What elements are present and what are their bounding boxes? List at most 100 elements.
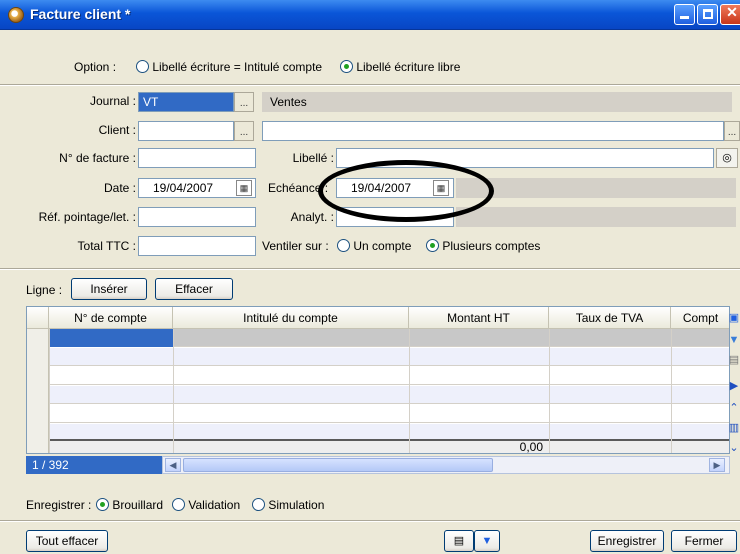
mode-brouillard[interactable]: Brouillard <box>96 498 163 512</box>
ventiler-un-compte-radio[interactable] <box>337 239 350 252</box>
divider <box>0 521 740 522</box>
printer-icon: ▤ <box>453 535 465 547</box>
entries-grid[interactable]: N° de compte Intitulé du compte Montant … <box>26 306 730 454</box>
ventiler-un-compte-label: Un compte <box>353 239 412 253</box>
option-label: Option : <box>74 60 117 74</box>
insert-line-button[interactable]: Insérer <box>71 278 147 300</box>
add-column-icon[interactable]: ▣ <box>728 310 740 326</box>
print-icon[interactable]: ▤ <box>728 352 740 368</box>
analyt-strip <box>456 207 736 227</box>
table-row[interactable] <box>27 348 729 366</box>
journal-field[interactable]: VT <box>138 92 234 112</box>
libelle-help-button[interactable]: ◎ <box>716 148 738 168</box>
date-calendar-icon[interactable]: ▦ <box>236 180 252 196</box>
ventiler-label: Ventiler sur : <box>262 239 329 253</box>
selected-cell[interactable] <box>49 329 173 347</box>
analyt-label: Analyt. : <box>290 210 334 224</box>
ventiler-plusieurs-label: Plusieurs comptes <box>442 239 541 253</box>
window-title: Facture client * <box>30 6 131 22</box>
save-button[interactable]: Enregistrer <box>590 530 664 552</box>
simulation-radio[interactable] <box>252 498 265 511</box>
col-divider <box>671 329 672 453</box>
client-label: Client : <box>98 123 136 137</box>
close-button[interactable]: Fermer <box>671 530 737 552</box>
chevron-up-icon[interactable]: ⌃ <box>728 400 740 416</box>
option-libre[interactable]: Libellé écriture libre <box>340 60 460 74</box>
table-row[interactable] <box>27 386 729 404</box>
app-icon[interactable] <box>8 7 24 23</box>
maximize-button[interactable] <box>697 4 718 25</box>
ref-field[interactable] <box>138 207 256 227</box>
mode-simulation[interactable]: Simulation <box>252 498 324 512</box>
libelle-label: Libellé : <box>292 151 334 165</box>
journal-browse-button[interactable]: ... <box>234 92 254 112</box>
close-window-button[interactable]: ✕ <box>720 4 740 25</box>
brouillard-label: Brouillard <box>112 498 164 512</box>
help-icon: ◎ <box>722 152 732 164</box>
grid-corner <box>27 307 49 329</box>
clear-all-button[interactable]: Tout effacer <box>26 530 108 552</box>
col-compte[interactable]: Compt <box>671 307 729 329</box>
filter-icon[interactable]: ▼ <box>728 332 740 348</box>
total-ttc-field[interactable] <box>138 236 256 256</box>
close-icon: ✕ <box>726 4 738 20</box>
col-divider <box>409 329 410 453</box>
minimize-icon <box>680 16 689 19</box>
totals-row <box>27 439 729 453</box>
date-label: Date : <box>103 181 136 195</box>
play-icon[interactable]: ▶ <box>728 378 740 394</box>
divider <box>0 269 740 270</box>
col-divider <box>49 329 50 453</box>
total-ht-value: 0,00 <box>519 440 543 454</box>
client-name-browse-button[interactable]: ... <box>724 121 740 141</box>
option-intitule[interactable]: Libellé écriture = Intitulé compte <box>136 60 322 74</box>
chevron-down-icon[interactable]: ⌄ <box>728 440 740 456</box>
maximize-icon <box>703 9 713 19</box>
record-counter: 1 / 392 <box>26 456 162 474</box>
horizontal-scrollbar[interactable]: ◀ ▶ <box>162 456 730 474</box>
echeance-strip <box>456 178 736 198</box>
validation-label: Validation <box>188 498 241 512</box>
print-button[interactable]: ▤ <box>444 530 474 552</box>
delete-line-button[interactable]: Effacer <box>155 278 233 300</box>
table-row[interactable] <box>27 405 729 423</box>
ventiler-plusieurs-comptes[interactable]: Plusieurs comptes <box>426 239 540 253</box>
col-amount-ht[interactable]: Montant HT <box>409 307 549 329</box>
col-vat-rate[interactable]: Taux de TVA <box>549 307 671 329</box>
divider <box>0 85 740 86</box>
table-row[interactable] <box>27 329 729 347</box>
journal-name-strip <box>262 92 732 112</box>
ligne-label: Ligne : <box>26 283 63 297</box>
ref-label: Réf. pointage/let. : <box>38 210 136 224</box>
filter-button[interactable]: ▼ <box>474 530 500 552</box>
journal-label: Journal : <box>89 94 136 108</box>
invoice-no-field[interactable] <box>138 148 256 168</box>
option-libre-radio[interactable] <box>340 60 353 73</box>
funnel-icon: ▼ <box>481 535 493 547</box>
col-divider <box>549 329 550 453</box>
scroll-icon[interactable]: ▥ <box>728 420 740 436</box>
brouillard-radio[interactable] <box>96 498 109 511</box>
client-field[interactable] <box>138 121 234 141</box>
scroll-thumb[interactable] <box>183 458 493 472</box>
journal-name: Ventes <box>270 95 307 109</box>
total-ttc-label: Total TTC : <box>77 239 136 253</box>
ventiler-un-compte[interactable]: Un compte <box>337 239 411 253</box>
col-account-name[interactable]: Intitulé du compte <box>173 307 409 329</box>
row-headers <box>27 329 49 453</box>
mode-validation[interactable]: Validation <box>172 498 240 512</box>
col-divider <box>173 329 174 453</box>
col-account-no[interactable]: N° de compte <box>49 307 173 329</box>
scroll-left-button[interactable]: ◀ <box>165 458 181 472</box>
enregistrer-label: Enregistrer : <box>26 498 92 512</box>
ventiler-plusieurs-radio[interactable] <box>426 239 439 252</box>
option-libre-label: Libellé écriture libre <box>356 60 461 74</box>
option-intitule-radio[interactable] <box>136 60 149 73</box>
client-name-field[interactable] <box>262 121 724 141</box>
minimize-button[interactable] <box>674 4 695 25</box>
table-row[interactable] <box>27 367 729 385</box>
client-browse-button[interactable]: ... <box>234 121 254 141</box>
scroll-right-button[interactable]: ▶ <box>709 458 725 472</box>
validation-radio[interactable] <box>172 498 185 511</box>
invoice-no-label: N° de facture : <box>59 151 136 165</box>
